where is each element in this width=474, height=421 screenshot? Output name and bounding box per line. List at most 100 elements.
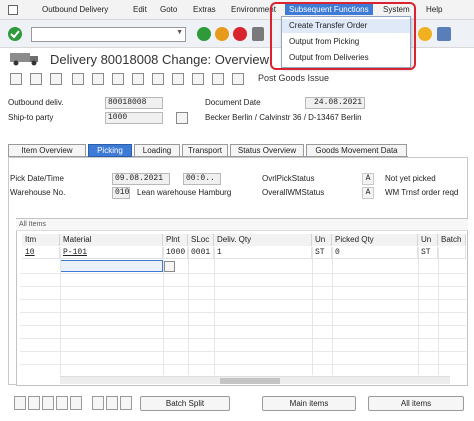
pick-time-field[interactable]: 00:0.. — [183, 173, 221, 185]
warehouse-name: Lean warehouse Hamburg — [137, 188, 232, 197]
grid-line — [20, 325, 466, 326]
chevron-down-icon: ▼ — [176, 29, 183, 36]
partner-icon[interactable] — [72, 73, 84, 85]
table-cell-batch[interactable] — [438, 247, 466, 259]
window-menu-icon[interactable] — [8, 5, 18, 15]
select-block-icon[interactable] — [42, 396, 54, 410]
display-change-icon[interactable] — [10, 73, 22, 85]
status-icon[interactable] — [152, 73, 164, 85]
sort-ascending-icon[interactable] — [92, 396, 104, 410]
header-icon[interactable] — [30, 73, 42, 85]
table-cell-material[interactable]: P-101 — [60, 247, 163, 259]
pack-icon[interactable] — [232, 73, 244, 85]
bottom-button-bar: Batch Split Main items All items — [8, 393, 468, 415]
tab-goods-movement-data[interactable]: Goods Movement Data — [306, 144, 407, 157]
page-title: Delivery 80018008 Change: Overview — [50, 52, 269, 67]
sort-descending-icon[interactable] — [106, 396, 118, 410]
grid-line — [20, 273, 466, 274]
all-items-button[interactable]: All items — [368, 396, 464, 411]
enter-icon[interactable] — [8, 27, 22, 41]
menu-goto[interactable]: Goto — [160, 5, 177, 14]
print-preview-icon[interactable] — [192, 73, 204, 85]
tab-loading[interactable]: Loading — [134, 144, 180, 157]
pick-date-label: Pick Date/Time — [10, 174, 64, 183]
menu-help[interactable]: Help — [426, 5, 442, 14]
batch-split-button[interactable]: Batch Split — [140, 396, 230, 411]
address-icon[interactable] — [176, 112, 188, 124]
tab-item-overview[interactable]: Item Overview — [8, 144, 86, 157]
grid-column-line — [188, 247, 189, 375]
outbound-delivery-label: Outbound deliv. — [8, 98, 64, 107]
menu-edit[interactable]: Edit — [133, 5, 147, 14]
deselect-all-icon[interactable] — [28, 396, 40, 410]
menu-extras[interactable]: Extras — [193, 5, 216, 14]
texts-icon[interactable] — [112, 73, 124, 85]
column-header-unit[interactable]: Un — [312, 234, 332, 246]
help-icon[interactable] — [418, 27, 432, 41]
table-cell-plant[interactable]: 1000 — [163, 247, 188, 259]
column-header-sloc[interactable]: SLoc — [188, 234, 214, 246]
print-icon[interactable] — [252, 27, 264, 41]
column-header-plant[interactable]: Plnt — [163, 234, 188, 246]
table-cell-item[interactable]: 10 — [22, 247, 60, 259]
scrollbar-thumb[interactable] — [220, 378, 280, 384]
grid-column-line — [312, 247, 313, 375]
pick-icon[interactable] — [212, 73, 224, 85]
warehouse-field[interactable]: 010 — [112, 187, 130, 199]
column-header-material[interactable]: Material — [60, 234, 163, 246]
column-header-batch[interactable]: Batch — [438, 234, 466, 246]
exit-icon[interactable] — [215, 27, 229, 41]
outbound-delivery-field[interactable]: 80018008 — [105, 97, 163, 109]
grid-line — [20, 338, 466, 339]
back-icon[interactable] — [197, 27, 211, 41]
grid-line — [20, 364, 466, 365]
select-all-icon[interactable] — [14, 396, 26, 410]
document-date-label: Document Date — [205, 98, 261, 107]
column-header-picked-qty[interactable]: Picked Qty — [332, 234, 418, 246]
overall-pick-status-label: OvrlPickStatus — [262, 174, 315, 183]
table-cell-sloc[interactable]: 0001 — [188, 247, 214, 259]
post-goods-issue-button[interactable]: Post Goods Issue — [258, 73, 329, 83]
table-title: All Items — [16, 219, 468, 231]
customize-layout-icon[interactable] — [437, 27, 451, 41]
ship-to-party-field[interactable]: 1000 — [105, 112, 163, 124]
value-help-icon[interactable] — [164, 261, 175, 272]
horizontal-scrollbar[interactable] — [60, 376, 450, 384]
menu-outbound-delivery[interactable]: Outbound Delivery — [42, 5, 108, 14]
column-header-item[interactable]: Itm — [22, 234, 60, 246]
tab-picking[interactable]: Picking — [88, 144, 132, 157]
ship-to-party-label: Ship-to party — [8, 113, 54, 122]
tab-transport[interactable]: Transport — [182, 144, 228, 157]
column-header-picked-unit[interactable]: Un — [418, 234, 438, 246]
items-icon[interactable] — [50, 73, 62, 85]
find-icon[interactable] — [120, 396, 132, 410]
delete-item-icon[interactable] — [70, 396, 82, 410]
delivery-truck-icon — [10, 53, 38, 66]
overall-wm-status-field: A — [362, 187, 374, 199]
overall-wm-status-label: OverallWMStatus — [262, 188, 325, 197]
pick-date-field[interactable]: 09.08.2021 — [112, 173, 170, 185]
cancel-icon[interactable] — [233, 27, 247, 41]
grid-line — [20, 312, 466, 313]
table-cell-unit: ST — [312, 247, 332, 259]
output-icon[interactable] — [172, 73, 184, 85]
warehouse-label: Warehouse No. — [10, 188, 66, 197]
column-header-delivery-qty[interactable]: Deliv. Qty — [214, 234, 312, 246]
main-items-button[interactable]: Main items — [262, 396, 356, 411]
tab-status-overview[interactable]: Status Overview — [230, 144, 304, 157]
grid-line — [20, 351, 466, 352]
other-data-icon[interactable] — [92, 73, 104, 85]
document-flow-icon[interactable] — [132, 73, 144, 85]
details-icon[interactable] — [56, 396, 68, 410]
table-cell-picked-qty[interactable]: 0 — [332, 247, 418, 259]
application-toolbar: Post Goods Issue — [0, 71, 474, 89]
grid-column-line — [60, 247, 61, 375]
tab-strip: Item Overview Picking Loading Transport … — [8, 144, 408, 157]
ship-to-name: Becker Berlin / Calvinstr 36 / D-13467 B… — [205, 113, 362, 122]
grid-column-line — [438, 247, 439, 375]
grid-column-line — [214, 247, 215, 375]
new-material-input[interactable] — [60, 260, 163, 272]
command-field[interactable]: ▼ — [31, 27, 186, 42]
table-cell-delivery-qty[interactable]: 1 — [214, 247, 312, 259]
document-date-field[interactable]: 24.08.2021 — [305, 97, 365, 109]
